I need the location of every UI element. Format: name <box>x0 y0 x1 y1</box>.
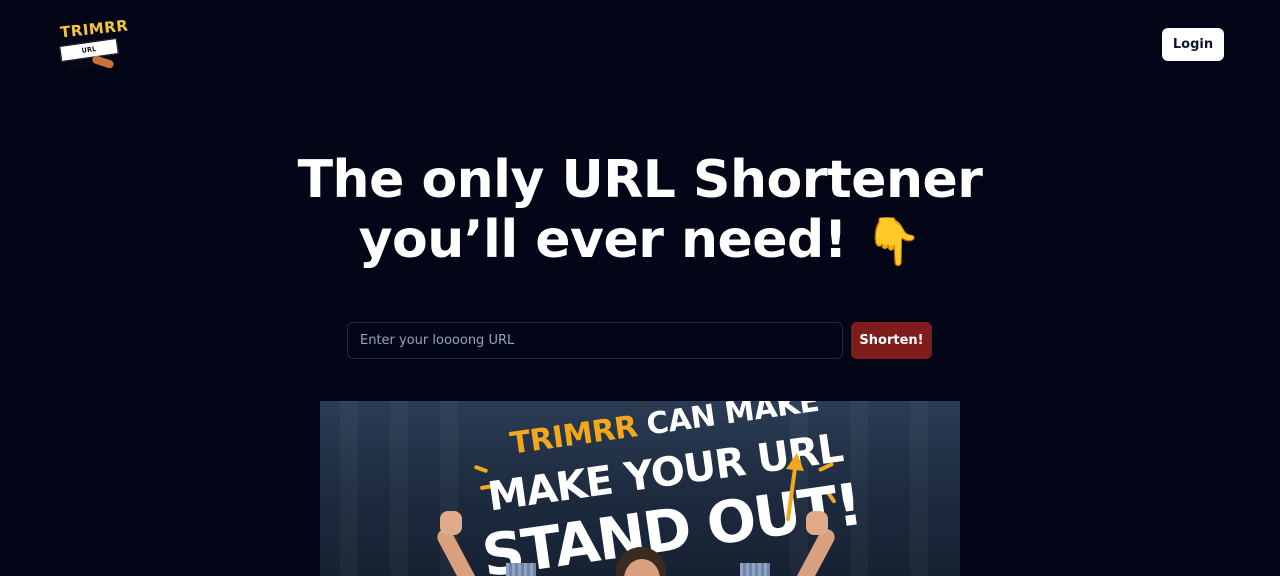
hero-title: The only URL Shortener you’ll ever need!… <box>240 150 1040 271</box>
header: TRIMRR URL SHORTENER Login <box>0 0 1280 90</box>
banner-brand-text: TRIMRR <box>508 409 640 462</box>
curtain-fold <box>390 401 408 576</box>
pointing-down-icon: 👇 <box>864 214 922 268</box>
logo-tagline-text: URL SHORTENER <box>59 38 119 71</box>
hero-title-line1: The only URL Shortener <box>297 150 983 210</box>
logo-brand-text: TRIMRR <box>59 16 130 42</box>
curtain-fold <box>910 401 928 576</box>
hero-title-line2: you’ll ever need! <box>358 210 848 270</box>
curtain-fold <box>340 401 358 576</box>
person-left-sleeve <box>506 563 536 576</box>
person-right-fist <box>806 511 828 535</box>
person-right-sleeve <box>740 563 770 576</box>
shorten-button[interactable]: Shorten! <box>851 322 932 359</box>
promo-banner-image: TRIMRR CAN MAKE MAKE YOUR URL STAND OUT! <box>320 401 960 576</box>
page: TRIMRR URL SHORTENER Login The only URL … <box>0 0 1280 576</box>
person-left-fist <box>440 511 462 535</box>
login-button[interactable]: Login <box>1162 28 1224 61</box>
trimrr-logo[interactable]: TRIMRR URL SHORTENER <box>58 16 129 72</box>
url-input[interactable] <box>347 322 843 359</box>
arrow-up-icon <box>786 453 804 521</box>
burst-ray <box>473 464 489 474</box>
